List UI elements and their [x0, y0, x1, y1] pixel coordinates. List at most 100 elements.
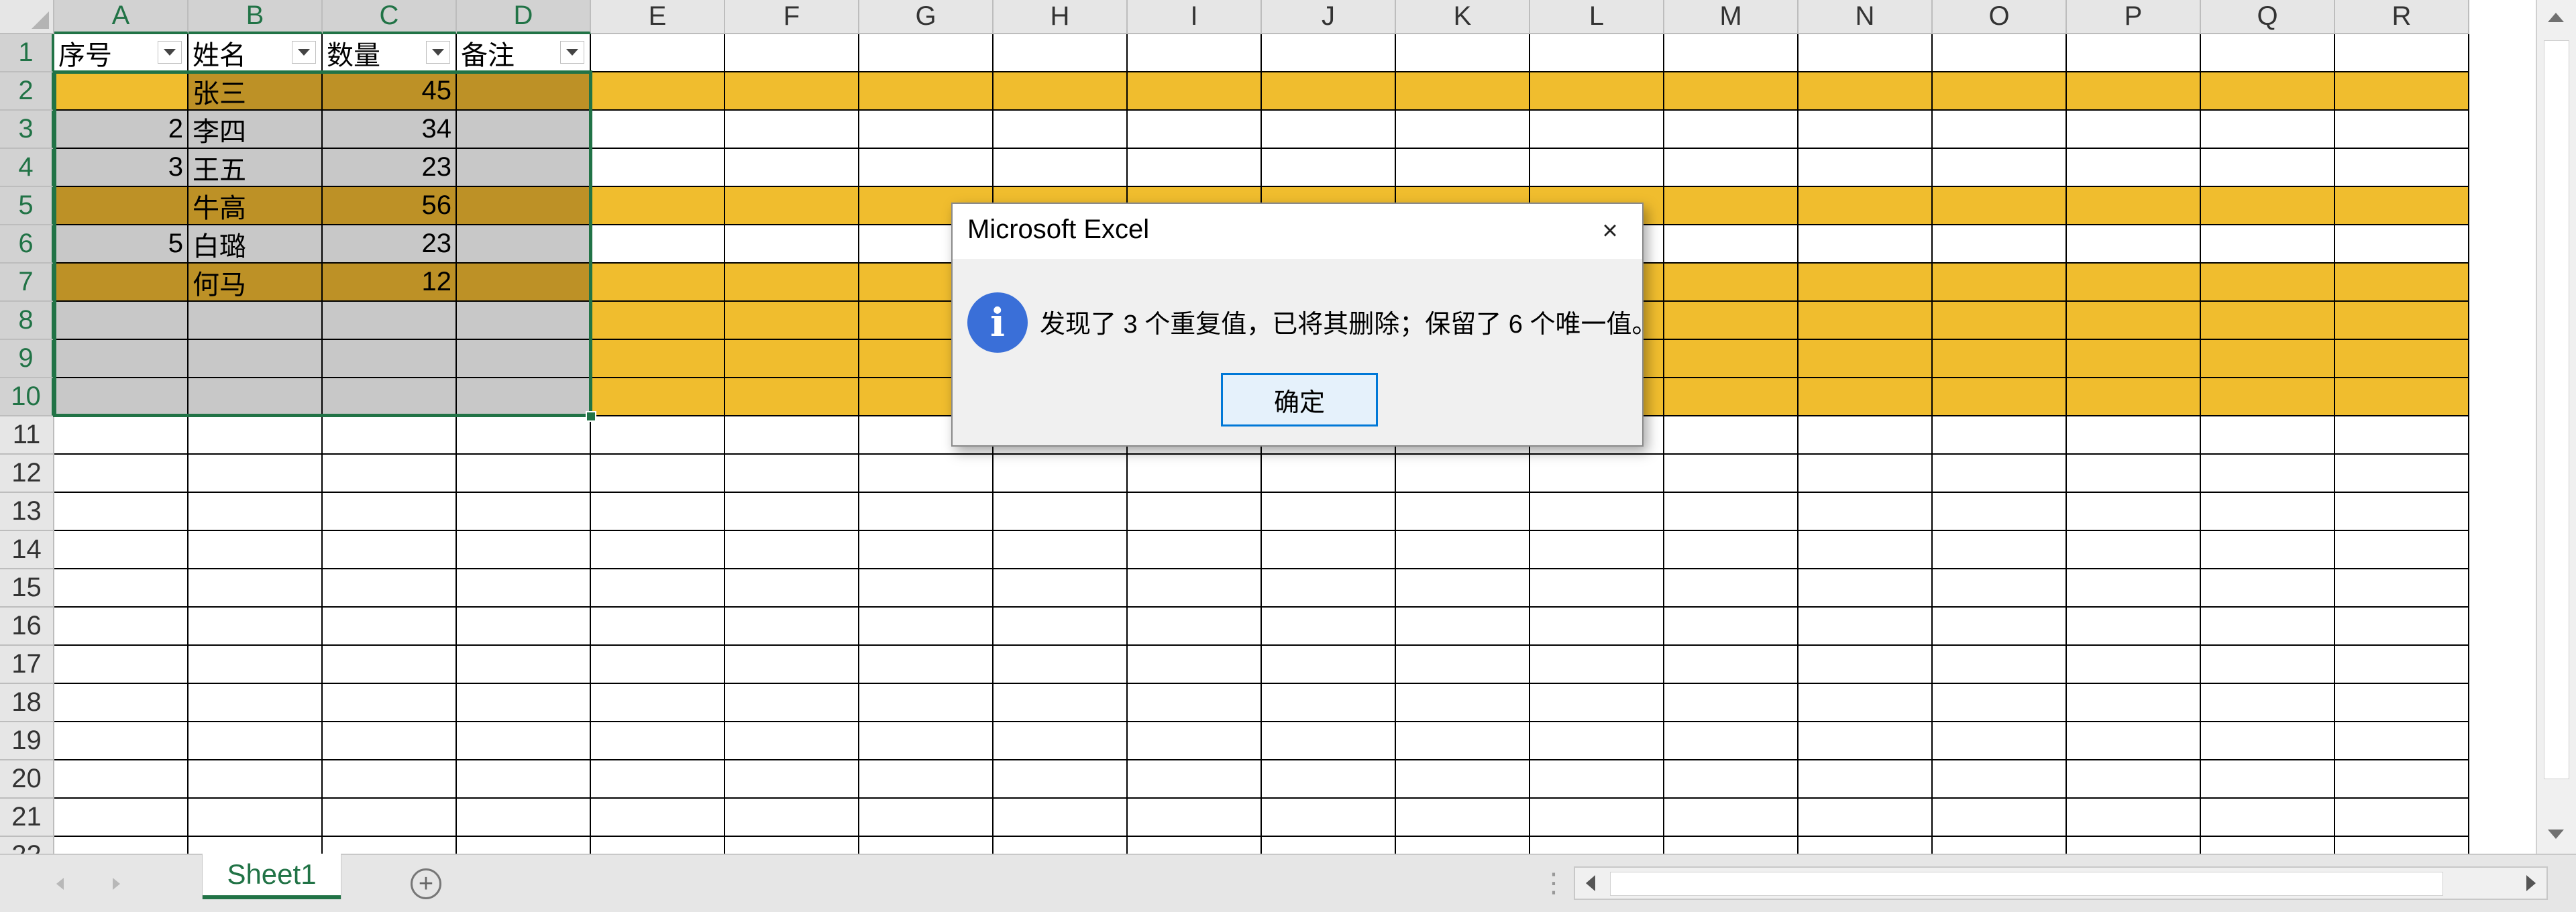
cell-m17[interactable]	[1664, 646, 1799, 684]
fill-handle[interactable]	[586, 411, 596, 422]
cell-q1[interactable]	[2201, 34, 2335, 72]
cell-m9[interactable]	[1664, 340, 1799, 378]
cell-k4[interactable]	[1396, 149, 1530, 187]
cell-l13[interactable]	[1530, 493, 1664, 531]
cell-q3[interactable]	[2201, 111, 2335, 149]
cell-l12[interactable]	[1530, 455, 1664, 493]
cell-e16[interactable]	[591, 608, 725, 646]
cell-d13[interactable]	[457, 493, 591, 531]
cell-n3[interactable]	[1799, 111, 1933, 149]
cell-o1[interactable]	[1933, 34, 2067, 72]
cell-b10[interactable]	[189, 378, 323, 416]
cell-d6[interactable]	[457, 225, 591, 264]
cell-i3[interactable]	[1128, 111, 1262, 149]
cell-h16[interactable]	[994, 608, 1128, 646]
cell-e15[interactable]	[591, 569, 725, 608]
cell-r7[interactable]	[2335, 264, 2469, 302]
cell-e10[interactable]	[591, 378, 725, 416]
scroll-left-icon[interactable]	[1579, 872, 1602, 895]
cell-n10[interactable]	[1799, 378, 1933, 416]
cell-l22[interactable]	[1530, 837, 1664, 854]
column-header-a[interactable]: A	[54, 0, 189, 34]
cell-b5[interactable]: 牛高	[189, 187, 323, 225]
cell-q9[interactable]	[2201, 340, 2335, 378]
cell-n8[interactable]	[1799, 302, 1933, 340]
cell-e2[interactable]	[591, 72, 725, 111]
column-header-r[interactable]: R	[2335, 0, 2469, 34]
cell-g2[interactable]	[859, 72, 994, 111]
cell-m5[interactable]	[1664, 187, 1799, 225]
cell-l18[interactable]	[1530, 684, 1664, 722]
cell-j2[interactable]	[1262, 72, 1396, 111]
cell-r22[interactable]	[2335, 837, 2469, 854]
prev-sheet-icon[interactable]	[50, 874, 70, 894]
cell-c4[interactable]: 23	[323, 149, 457, 187]
cell-k20[interactable]	[1396, 760, 1530, 799]
cell-n1[interactable]	[1799, 34, 1933, 72]
cell-o19[interactable]	[1933, 722, 2067, 760]
cell-d11[interactable]	[457, 416, 591, 455]
cell-r16[interactable]	[2335, 608, 2469, 646]
cell-d8[interactable]	[457, 302, 591, 340]
cell-p19[interactable]	[2067, 722, 2201, 760]
cell-q13[interactable]	[2201, 493, 2335, 531]
row-header-18[interactable]: 18	[0, 684, 54, 722]
cell-q22[interactable]	[2201, 837, 2335, 854]
cell-f5[interactable]	[725, 187, 859, 225]
cell-j3[interactable]	[1262, 111, 1396, 149]
cell-j13[interactable]	[1262, 493, 1396, 531]
scroll-down-icon[interactable]	[2542, 821, 2569, 848]
cell-e14[interactable]	[591, 531, 725, 569]
cell-c18[interactable]	[323, 684, 457, 722]
cell-r15[interactable]	[2335, 569, 2469, 608]
row-header-17[interactable]: 17	[0, 646, 54, 684]
cell-g20[interactable]	[859, 760, 994, 799]
cell-i14[interactable]	[1128, 531, 1262, 569]
cell-o11[interactable]	[1933, 416, 2067, 455]
cell-n21[interactable]	[1799, 799, 1933, 837]
cell-q14[interactable]	[2201, 531, 2335, 569]
cell-h2[interactable]	[994, 72, 1128, 111]
cell-d17[interactable]	[457, 646, 591, 684]
cell-h4[interactable]	[994, 149, 1128, 187]
cell-o17[interactable]	[1933, 646, 2067, 684]
cell-p14[interactable]	[2067, 531, 2201, 569]
cell-a22[interactable]	[54, 837, 189, 854]
cell-r12[interactable]	[2335, 455, 2469, 493]
cell-j12[interactable]	[1262, 455, 1396, 493]
cell-q12[interactable]	[2201, 455, 2335, 493]
dialog-titlebar[interactable]: Microsoft Excel ×	[953, 204, 1642, 259]
cell-e22[interactable]	[591, 837, 725, 854]
cell-j18[interactable]	[1262, 684, 1396, 722]
row-header-20[interactable]: 20	[0, 760, 54, 799]
cell-d16[interactable]	[457, 608, 591, 646]
cell-c8[interactable]	[323, 302, 457, 340]
cell-e8[interactable]	[591, 302, 725, 340]
cell-g16[interactable]	[859, 608, 994, 646]
cell-e20[interactable]	[591, 760, 725, 799]
cell-j1[interactable]	[1262, 34, 1396, 72]
cell-n14[interactable]	[1799, 531, 1933, 569]
cell-q5[interactable]	[2201, 187, 2335, 225]
column-header-b[interactable]: B	[189, 0, 323, 34]
cell-e19[interactable]	[591, 722, 725, 760]
column-header-o[interactable]: O	[1933, 0, 2067, 34]
cell-r14[interactable]	[2335, 531, 2469, 569]
cell-o16[interactable]	[1933, 608, 2067, 646]
cell-a12[interactable]	[54, 455, 189, 493]
cell-q10[interactable]	[2201, 378, 2335, 416]
cell-m12[interactable]	[1664, 455, 1799, 493]
cell-k15[interactable]	[1396, 569, 1530, 608]
cell-o2[interactable]	[1933, 72, 2067, 111]
cell-j19[interactable]	[1262, 722, 1396, 760]
cell-n16[interactable]	[1799, 608, 1933, 646]
cell-b9[interactable]	[189, 340, 323, 378]
cell-m1[interactable]	[1664, 34, 1799, 72]
cell-f8[interactable]	[725, 302, 859, 340]
cell-c7[interactable]: 12	[323, 264, 457, 302]
cell-d10[interactable]	[457, 378, 591, 416]
column-header-l[interactable]: L	[1530, 0, 1664, 34]
cell-a7[interactable]	[54, 264, 189, 302]
cell-h3[interactable]	[994, 111, 1128, 149]
cell-o21[interactable]	[1933, 799, 2067, 837]
